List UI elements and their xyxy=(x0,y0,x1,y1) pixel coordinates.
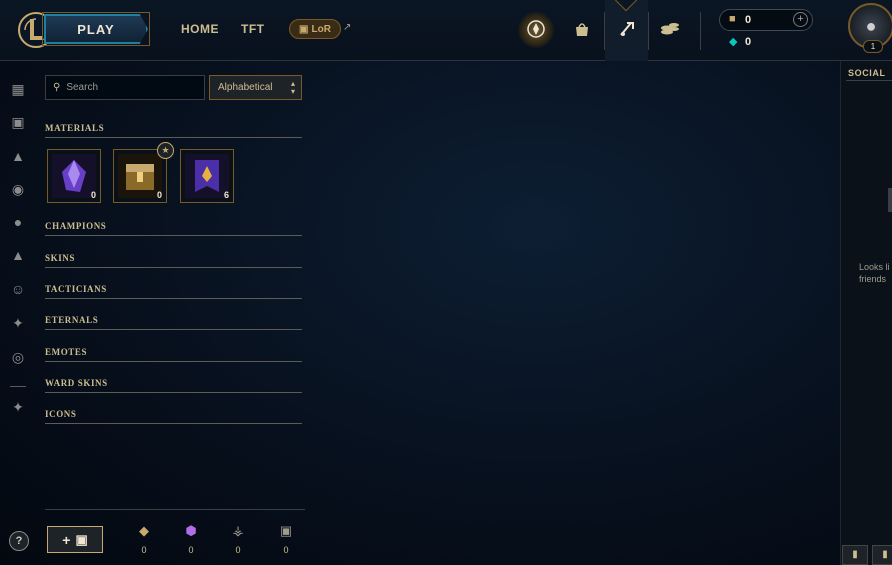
loot-count: 0 xyxy=(90,190,96,200)
chest-counter: ▣ 0 xyxy=(274,523,298,555)
key-counter: ⚶ 0 xyxy=(226,523,250,555)
summoner-icon: ● xyxy=(865,15,877,36)
folder-icon[interactable]: ▮ xyxy=(872,545,892,565)
social-scrollbar[interactable] xyxy=(888,188,892,212)
category-skins[interactable]: SKINS xyxy=(45,253,302,268)
social-title: SOCIAL xyxy=(848,68,886,78)
clash-icon[interactable] xyxy=(521,14,551,44)
category-icons[interactable]: ICONS xyxy=(45,409,302,424)
profile-icon[interactable]: ◎ xyxy=(9,348,27,366)
tactician-icon[interactable]: ▲ xyxy=(9,246,27,264)
grid-icon[interactable]: ▦ xyxy=(9,80,27,98)
category-emotes[interactable]: EMOTES xyxy=(45,347,302,362)
divider xyxy=(648,12,649,50)
loot-item-gem-shard[interactable]: 0 xyxy=(47,149,101,203)
skin-icon[interactable]: ● xyxy=(9,213,27,231)
category-eternals[interactable]: ETERNALS xyxy=(45,315,302,330)
lor-label: LoR xyxy=(311,23,331,35)
social-message-line2: friends xyxy=(859,274,887,284)
riot-points-icon: ■ xyxy=(729,13,736,25)
loot-icon[interactable] xyxy=(612,14,642,44)
help-button[interactable]: ? xyxy=(9,531,29,551)
play-button[interactable]: PLAY xyxy=(44,14,148,44)
chest-icon: ▣ xyxy=(279,523,293,538)
lor-button[interactable]: ▣ LoR xyxy=(289,19,341,39)
orange-essence-icon: ◆ xyxy=(139,523,149,538)
mask-icon[interactable]: ◉ xyxy=(9,180,27,198)
divider xyxy=(700,12,701,50)
event-token-icon xyxy=(185,154,229,198)
social-panel xyxy=(840,61,892,565)
riot-points-value: 0 xyxy=(745,14,752,26)
social-empty-message: Looks li friends xyxy=(859,261,890,285)
champion-icon[interactable]: ▲ xyxy=(9,147,27,165)
loot-count: 6 xyxy=(223,190,229,200)
star-icon: ★ xyxy=(157,142,174,159)
category-champions[interactable]: CHAMPIONS xyxy=(45,221,302,236)
add-label: + xyxy=(62,531,71,548)
category-tacticians[interactable]: TACTICIANS xyxy=(45,284,302,299)
search-field[interactable]: ⚲ xyxy=(45,75,205,100)
external-link-icon: ↗ xyxy=(343,22,352,33)
hextech-chest-icon xyxy=(118,154,162,198)
sort-selected-value: Alphabetical xyxy=(218,82,273,93)
chevron-up-down-icon: ▴ ▾ xyxy=(290,79,295,96)
social-divider xyxy=(846,80,892,81)
category-materials[interactable]: MATERIALS xyxy=(45,123,302,138)
social-message-line1: Looks li xyxy=(859,262,890,272)
mythic-essence-icon: ⬢ xyxy=(185,523,197,538)
mythic-essence-value: 0 xyxy=(188,545,194,555)
rail-divider xyxy=(10,386,26,387)
chest-value: 0 xyxy=(283,545,289,555)
store-icon[interactable] xyxy=(567,14,597,44)
loot-item-hextech-chest[interactable]: 0 xyxy=(113,149,167,203)
chest-icon[interactable]: ▣ xyxy=(9,113,27,131)
sort-dropdown[interactable]: Alphabetical ▴ ▾ xyxy=(209,75,302,100)
lor-logo-icon: ▣ xyxy=(299,23,309,35)
add-chest-button[interactable]: + ▣ xyxy=(47,526,103,553)
chest-icon: ▣ xyxy=(75,531,88,547)
orange-essence-counter: ◆ 0 xyxy=(132,523,156,555)
loot-item-event-token[interactable]: 6 xyxy=(180,149,234,203)
key-value: 0 xyxy=(235,545,241,555)
blue-essence-value: 0 xyxy=(745,36,752,48)
buy-rp-button[interactable]: + xyxy=(793,12,808,27)
level-badge: 1 xyxy=(863,40,883,53)
gem-shard-icon xyxy=(52,154,96,198)
emote-icon[interactable]: ☺ xyxy=(9,280,27,298)
bottom-divider xyxy=(45,509,305,510)
nav-home[interactable]: HOME xyxy=(181,22,219,36)
orange-essence-value: 0 xyxy=(141,545,147,555)
category-ward-skins[interactable]: WARD SKINS xyxy=(45,378,302,393)
key-icon: ⚶ xyxy=(232,523,244,538)
search-input[interactable] xyxy=(66,82,197,93)
loot-count: 0 xyxy=(156,190,162,200)
currency-icon[interactable] xyxy=(655,14,685,44)
eternals-icon[interactable]: ✦ xyxy=(9,314,27,332)
search-icon: ⚲ xyxy=(53,82,61,93)
nav-tft[interactable]: TFT xyxy=(241,22,265,36)
ward-icon[interactable]: ✦ xyxy=(9,398,27,416)
blue-essence-icon: ◆ xyxy=(729,36,738,48)
chat-icon[interactable]: ▮ xyxy=(842,545,868,565)
mythic-essence-counter: ⬢ 0 xyxy=(179,523,203,555)
